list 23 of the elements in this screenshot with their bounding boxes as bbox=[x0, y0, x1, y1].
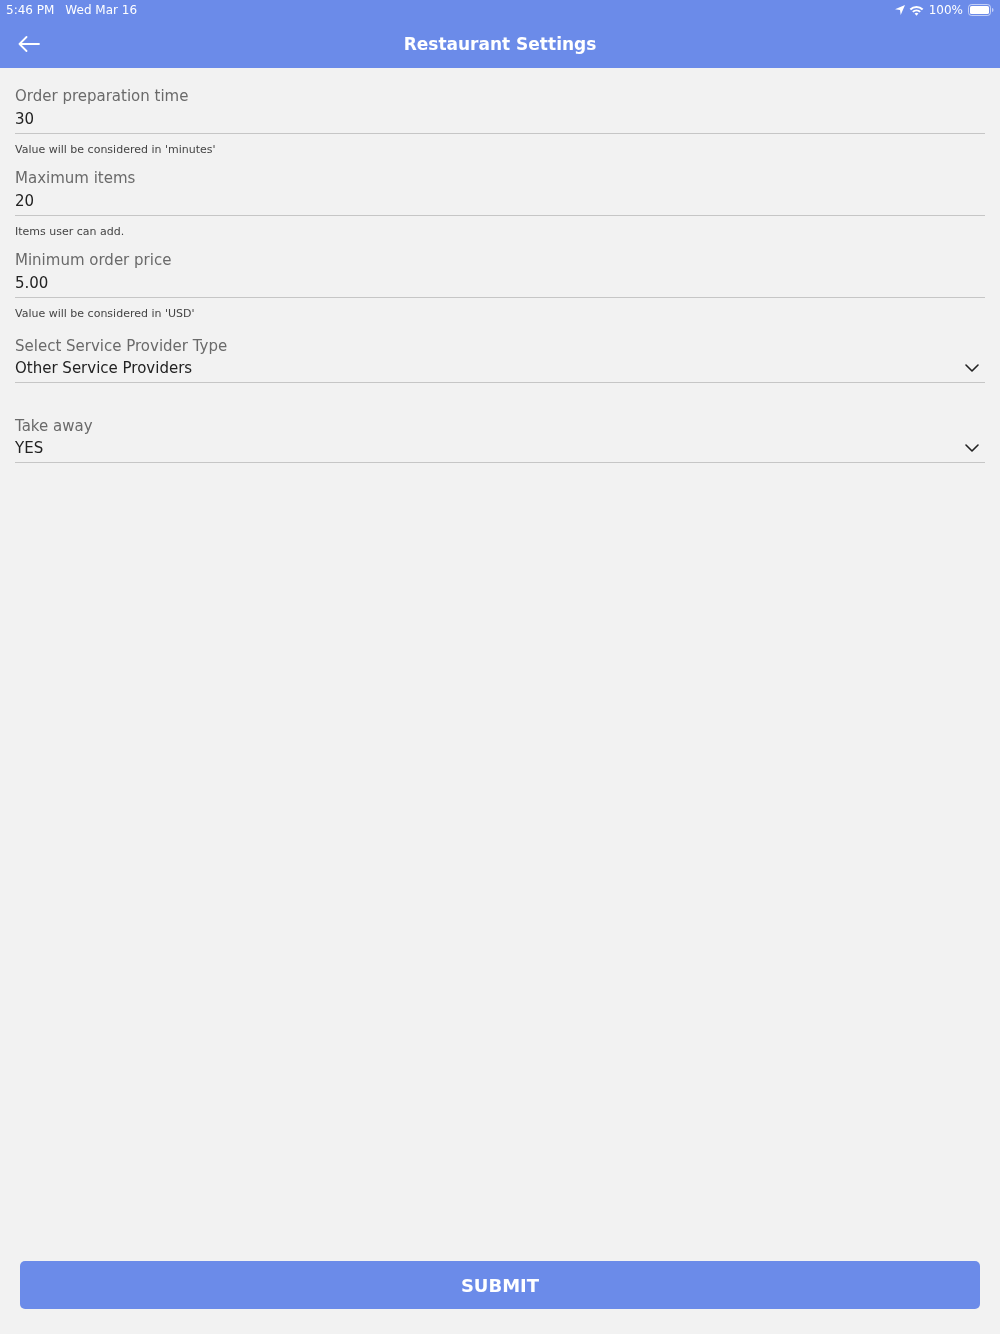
dropdown-field[interactable]: Other Service Providers bbox=[15, 357, 985, 383]
chevron-down-icon bbox=[965, 444, 979, 452]
battery-icon bbox=[968, 4, 994, 16]
status-time: 5:46 PM bbox=[6, 3, 55, 17]
dropdown-field[interactable]: YES bbox=[15, 437, 985, 463]
field-hint: Value will be considered in 'minutes' bbox=[15, 142, 217, 158]
text-input-field[interactable]: 30 bbox=[15, 107, 985, 134]
text-input-field[interactable]: 20 bbox=[15, 189, 985, 216]
field-label: Order preparation time bbox=[15, 86, 190, 107]
back-arrow-icon bbox=[18, 36, 40, 52]
wifi-icon bbox=[908, 4, 924, 16]
field-label: Maximum items bbox=[15, 168, 137, 189]
field-label: Take away bbox=[15, 416, 94, 437]
field-hint: Value will be considered in 'USD' bbox=[15, 306, 196, 322]
field-label: Minimum order price bbox=[15, 250, 173, 271]
field-label: Select Service Provider Type bbox=[15, 336, 229, 357]
status-date: Wed Mar 16 bbox=[65, 3, 138, 17]
chevron-down-icon bbox=[965, 364, 979, 372]
text-input-field[interactable]: 5.00 bbox=[15, 271, 985, 298]
battery-percentage: 100% bbox=[928, 3, 963, 17]
page-title: Restaurant Settings bbox=[403, 34, 597, 54]
location-arrow-icon bbox=[894, 5, 905, 15]
field-hint: Items user can add. bbox=[15, 224, 126, 240]
